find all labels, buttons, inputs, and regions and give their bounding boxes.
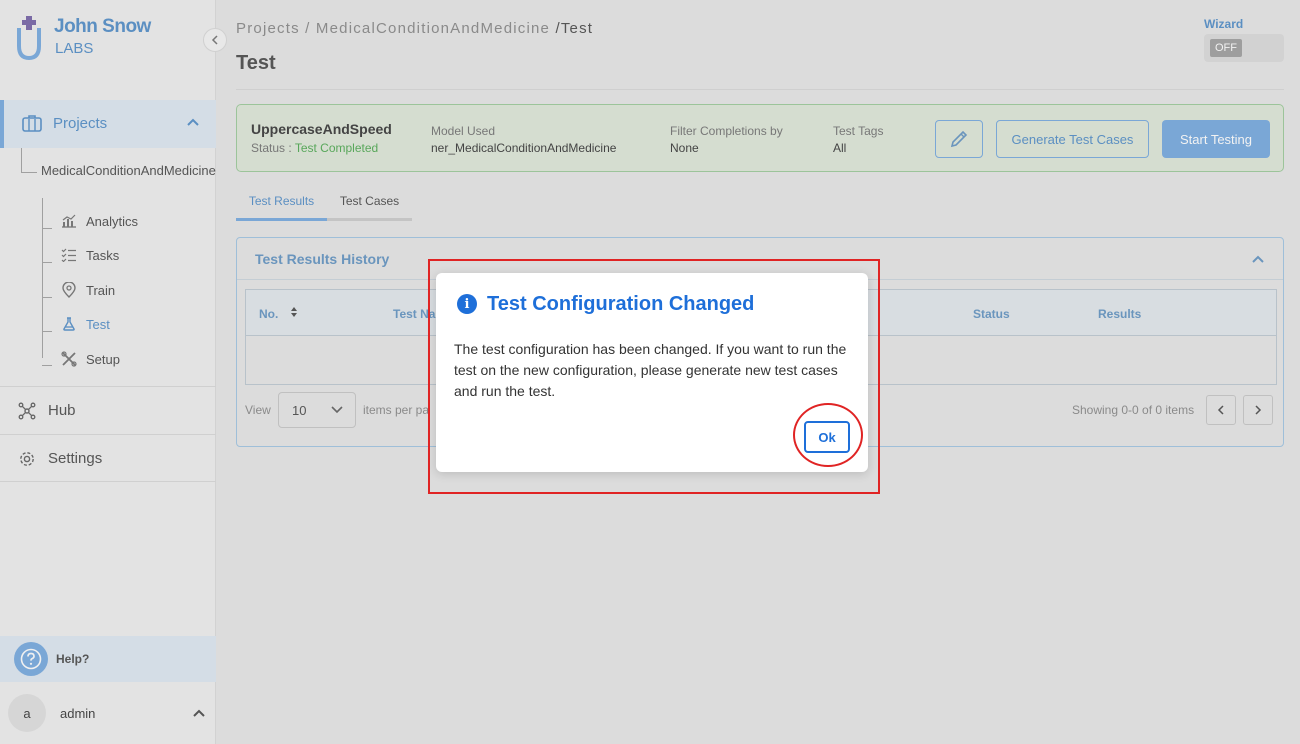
test-name: UppercaseAndSpeed [251,121,392,137]
view-label: View [245,403,271,417]
annotation-highlight-circle [793,403,863,467]
chevron-up-icon[interactable] [186,117,200,127]
wizard-state: OFF [1210,39,1242,57]
breadcrumb-current: Test [560,20,594,37]
analytics-icon [60,212,78,230]
wizard-label: Wizard [1204,17,1244,31]
chevron-up-icon[interactable] [1251,254,1265,264]
tab-test-cases[interactable]: Test Cases [327,194,412,221]
test-info-card: UppercaseAndSpeed Status : Test Complete… [236,104,1284,172]
nav-projects[interactable]: Projects [0,100,216,148]
brand-sub: LABS [55,40,94,57]
header-divider [236,89,1284,90]
tree-project-name[interactable]: MedicalConditionAndMedicine [41,162,216,180]
sidebar-item-label: Tasks [86,247,120,263]
nav-hub-label: Hub [48,402,76,419]
sidebar-item-tasks[interactable]: Tasks [60,244,119,266]
edit-test-button[interactable] [935,120,983,158]
page-size-value: 10 [292,403,307,418]
sidebar-item-label: Analytics [86,213,139,229]
brand-logo[interactable]: John Snow LABS [14,14,154,62]
col-no[interactable]: No. [259,307,278,321]
train-icon [60,281,78,299]
flask-icon [60,315,78,333]
breadcrumb-sep: / [305,20,311,37]
start-testing-button[interactable]: Start Testing [1162,120,1270,158]
user-name: admin [60,706,96,721]
sidebar-item-analytics[interactable]: Analytics [60,210,138,232]
status-badge: Test Completed [294,141,379,155]
breadcrumb-project[interactable]: MedicalConditionAndMedicine [316,20,550,37]
setup-icon [60,350,78,368]
hub-icon [18,402,36,420]
model-used-value: ner_MedicalConditionAndMedicine [431,141,617,155]
sidebar-item-test[interactable]: Test [60,313,110,335]
chevron-down-icon [331,406,343,414]
filter-value: None [670,141,699,155]
generate-test-cases-button[interactable]: Generate Test Cases [996,120,1149,158]
user-menu[interactable]: a admin [0,690,216,736]
chevron-left-icon [211,35,218,45]
page-size-select[interactable]: 10 [278,392,356,428]
gear-icon [18,450,36,468]
next-page-button[interactable] [1243,395,1273,425]
nav-settings[interactable]: Settings [0,434,216,482]
nav-settings-label: Settings [48,450,103,467]
brand-name: John Snow [54,16,151,37]
status-label: Status : [251,141,295,155]
sort-icon[interactable] [290,306,298,318]
pencil-icon [950,130,968,148]
sidebar-item-setup[interactable]: Setup [60,348,120,370]
col-status: Status [973,307,1010,321]
briefcase-icon [22,114,42,132]
breadcrumb: Projects / MedicalConditionAndMedicine /… [236,20,593,37]
help-icon [14,642,48,676]
showing-count: Showing 0-0 of 0 items [1072,403,1195,417]
avatar: a [8,694,46,732]
nav-projects-label: Projects [53,115,108,132]
model-used-label: Model Used [431,124,496,138]
prev-page-button[interactable] [1206,395,1236,425]
help-label: Help? [56,652,90,666]
page-title: Test [236,52,276,74]
chevron-right-icon [1255,405,1262,415]
tasks-icon [60,246,78,264]
history-title: Test Results History [255,251,390,267]
chevron-up-icon[interactable] [192,708,206,718]
nav-hub[interactable]: Hub [0,386,216,434]
items-per-page-label: items per pa [363,403,430,417]
logo-mark-icon [17,16,41,60]
test-tags-label: Test Tags [833,124,884,138]
sidebar-item-label: Test [86,316,110,332]
breadcrumb-projects[interactable]: Projects [236,20,300,37]
sidebar-collapse-button[interactable] [203,28,227,52]
filter-label: Filter Completions by [670,124,783,138]
test-tags-value: All [833,141,847,155]
chevron-left-icon [1217,405,1224,415]
tab-test-results[interactable]: Test Results [236,194,327,221]
sidebar-item-label: Train [86,282,116,298]
sidebar: John Snow LABS Projects MedicalCondition… [0,0,216,744]
sidebar-item-label: Setup [86,351,120,367]
wizard-toggle[interactable]: OFF [1204,34,1284,62]
help-button[interactable]: Help? [0,636,216,682]
sidebar-item-train[interactable]: Train [60,279,115,301]
col-results: Results [1098,307,1142,321]
